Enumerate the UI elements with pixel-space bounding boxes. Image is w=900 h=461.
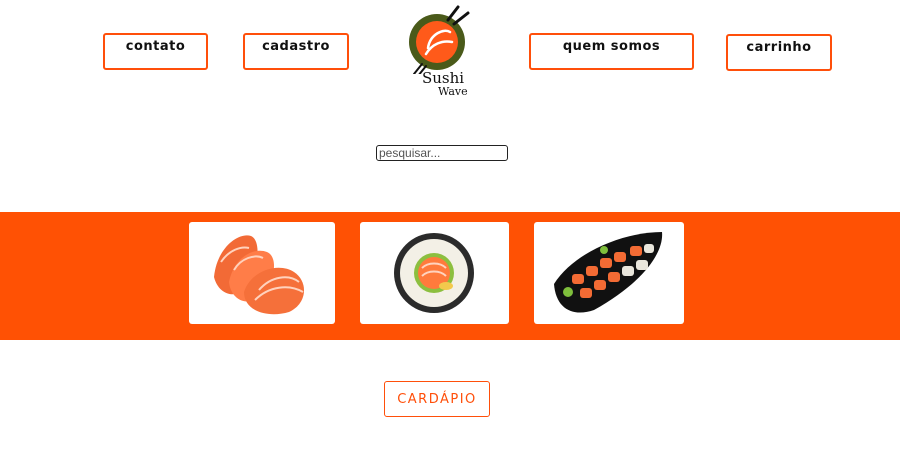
sushi-wave-logo[interactable]: Sushi Wave — [400, 4, 480, 100]
quem-somos-button[interactable]: quem somos — [529, 33, 694, 70]
sushi-boat-platter-image[interactable] — [534, 222, 684, 324]
logo-text-wave: Wave — [438, 85, 468, 98]
cadastro-button[interactable]: cadastro — [243, 33, 349, 70]
sushi-boat-icon — [554, 232, 663, 313]
featured-gallery-band — [0, 212, 900, 340]
carrinho-button[interactable]: carrinho — [726, 34, 832, 71]
sushi-roll-image[interactable] — [360, 222, 509, 324]
sushi-roll-icon — [394, 233, 474, 313]
salmon-sashimi-icon — [214, 235, 305, 315]
cardapio-button[interactable]: CARDÁPIO — [384, 381, 490, 417]
sushi-logo-icon — [409, 5, 470, 77]
contato-button[interactable]: contato — [103, 33, 208, 70]
search-input[interactable] — [376, 145, 508, 161]
salmon-sashimi-image[interactable] — [189, 222, 335, 324]
